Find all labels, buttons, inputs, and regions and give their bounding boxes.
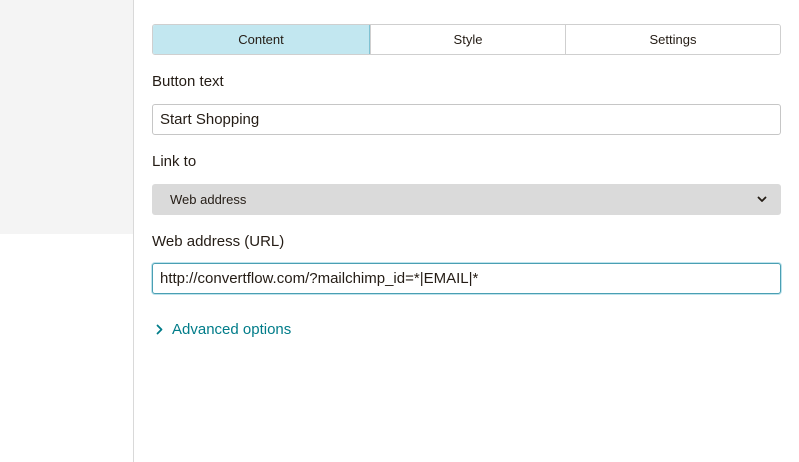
- url-label: Web address (URL): [152, 233, 285, 250]
- link-to-label: Link to: [152, 153, 197, 170]
- editor-tabs: Content Style Settings: [152, 24, 781, 55]
- tab-settings-label: Settings: [649, 32, 697, 47]
- panel-divider: [133, 0, 134, 462]
- chevron-right-icon: [156, 324, 166, 336]
- button-block-editor: Content Style Settings Button text Link …: [152, 0, 781, 462]
- chevron-down-icon: [756, 194, 768, 206]
- button-text-label: Button text: [152, 73, 224, 90]
- tab-style[interactable]: Style: [370, 25, 565, 54]
- button-text-input[interactable]: [152, 104, 781, 135]
- tab-content[interactable]: Content: [153, 25, 370, 54]
- url-input[interactable]: [152, 263, 781, 294]
- advanced-options-label: Advanced options: [172, 321, 292, 338]
- link-to-select[interactable]: Web address: [152, 184, 781, 215]
- advanced-options-toggle[interactable]: Advanced options: [156, 321, 291, 338]
- tab-style-label: Style: [453, 32, 483, 47]
- left-sidebar-panel: [0, 0, 133, 234]
- link-to-selected-value: Web address: [170, 192, 247, 207]
- tab-settings[interactable]: Settings: [565, 25, 780, 54]
- tab-content-label: Content: [238, 32, 284, 47]
